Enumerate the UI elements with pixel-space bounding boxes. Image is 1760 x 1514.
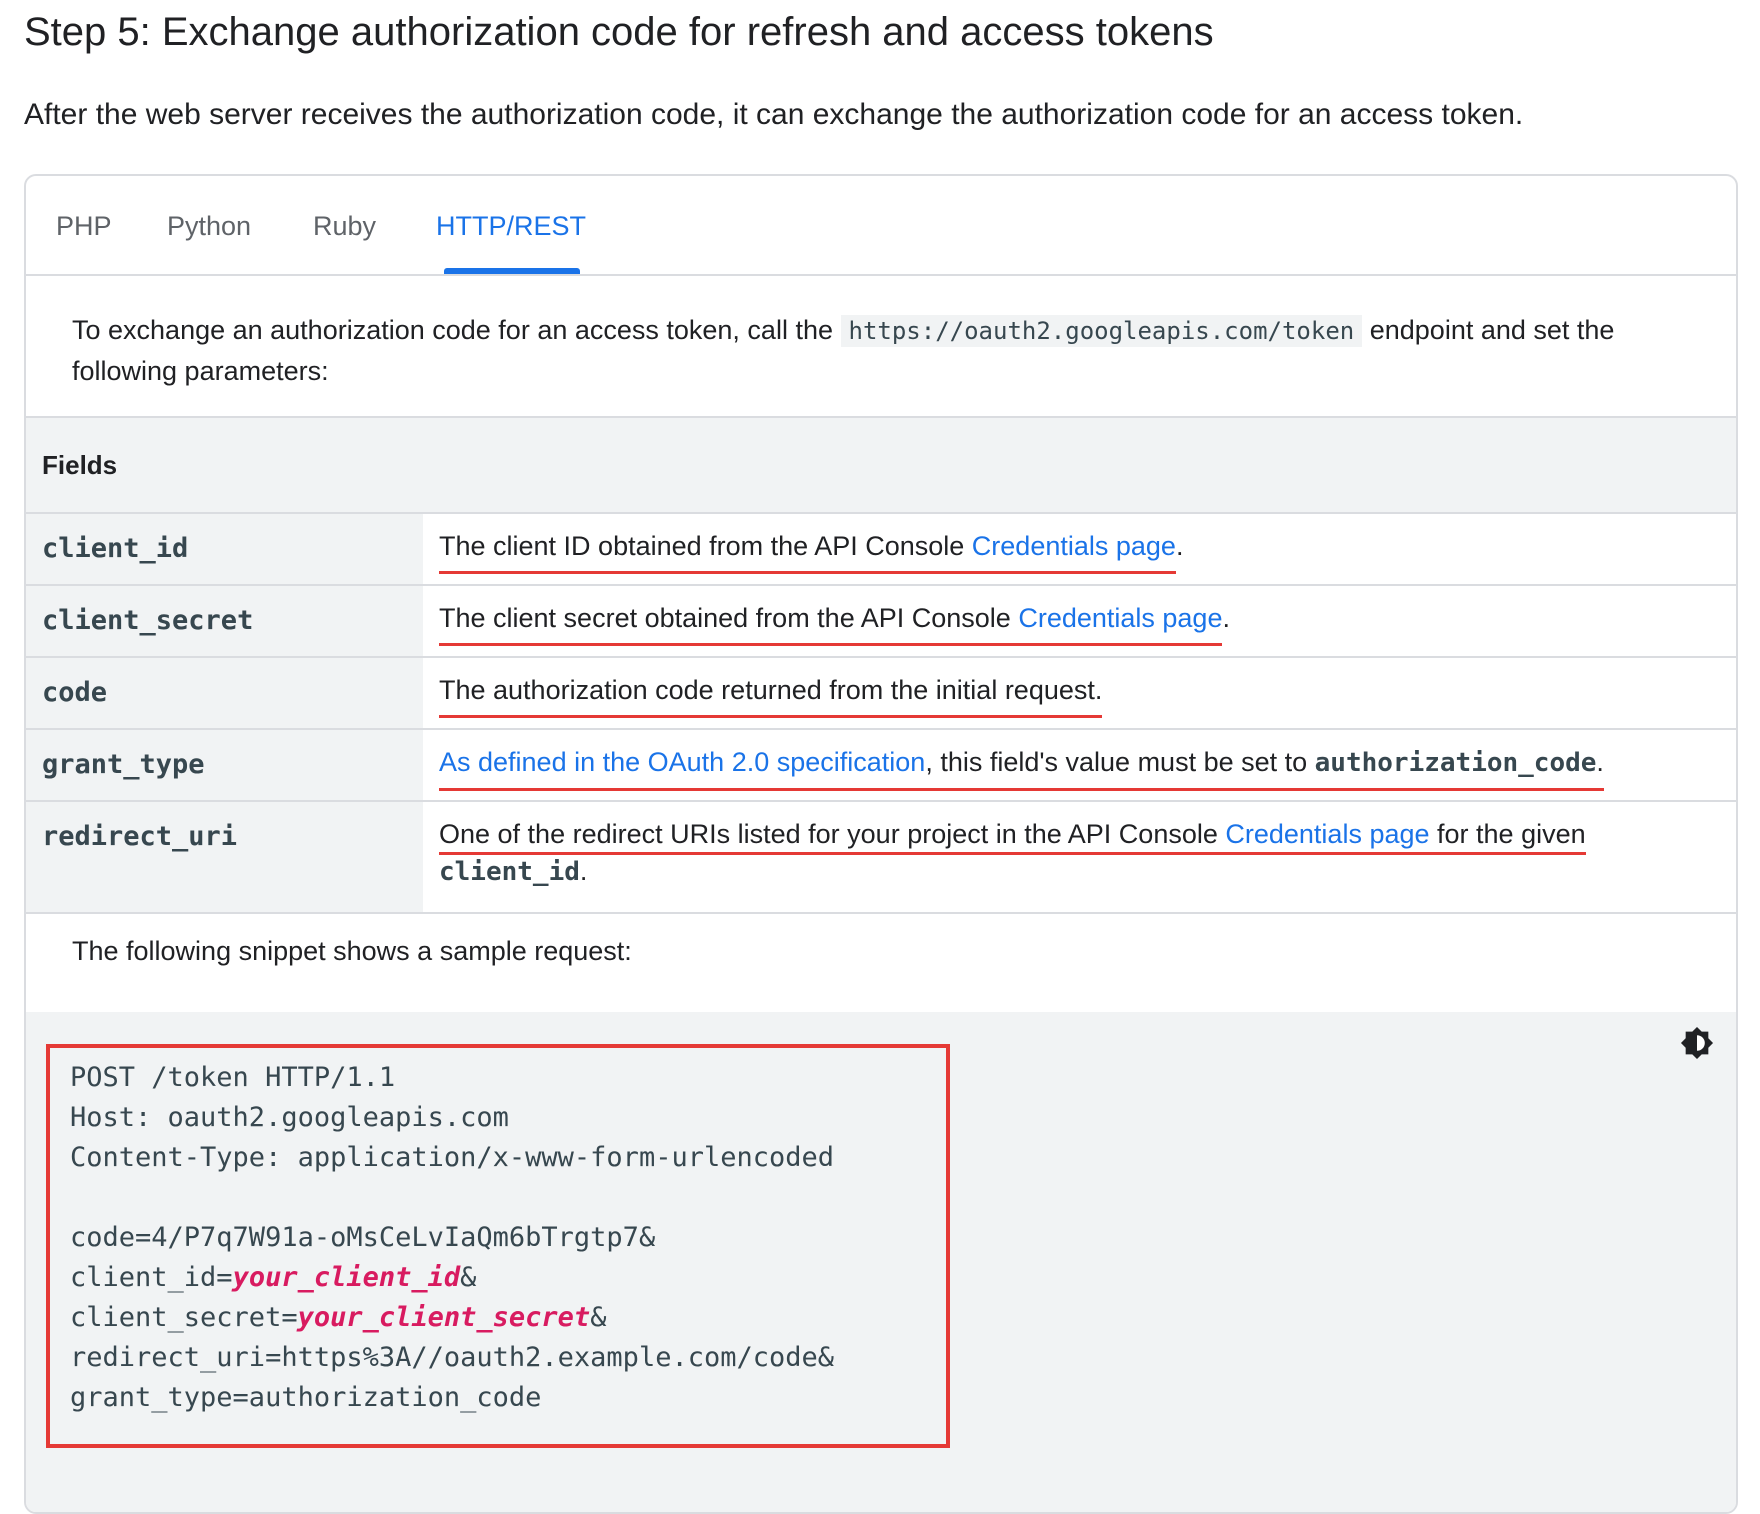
field-name: client_id: [26, 513, 423, 586]
credentials-page-link[interactable]: Credentials page: [972, 531, 1176, 561]
field-description: As defined in the OAuth 2.0 specificatio…: [423, 729, 1736, 802]
snippet-intro: The following snippet shows a sample req…: [72, 936, 632, 966]
description-text: , this field's value must be set to: [925, 747, 1315, 777]
brightness-contrast-icon[interactable]: [1680, 1026, 1714, 1060]
table-row: code The authorization code returned fro…: [26, 657, 1736, 730]
table-row: client_secret The client secret obtained…: [26, 585, 1736, 658]
field-name: code: [26, 657, 423, 730]
highlight-underline: The client ID obtained from the API Cons…: [439, 530, 1176, 574]
table-row: redirect_uri One of the redirect URIs li…: [26, 801, 1736, 914]
lead-paragraph: After the web server receives the author…: [24, 98, 1524, 131]
sample-request-code: POST /token HTTP/1.1 Host: oauth2.google…: [70, 1058, 834, 1418]
description-text: The client ID obtained from the API Cons…: [439, 531, 972, 561]
description-end: .: [1175, 531, 1184, 561]
description-end: .: [1222, 603, 1230, 633]
description-end: .: [1596, 747, 1604, 777]
code-line: client_id=: [70, 1262, 233, 1293]
page-title: Step 5: Exchange authorization code for …: [24, 10, 1214, 54]
highlight-underline: The client secret obtained from the API …: [439, 602, 1223, 646]
description-text: One of the redirect URIs listed for your…: [439, 819, 1226, 849]
highlight-underline: As defined in the OAuth 2.0 specificatio…: [439, 746, 1604, 791]
intro-paragraph: To exchange an authorization code for an…: [26, 274, 1736, 412]
description-end: .: [579, 856, 588, 886]
tab-http-rest[interactable]: HTTP/REST: [436, 176, 586, 274]
highlight-underline: One of the redirect URIs listed for your…: [439, 818, 1586, 855]
description-text-2: for the given: [1429, 819, 1586, 849]
field-description: The client ID obtained from the API Cons…: [423, 513, 1736, 586]
code-line: Host: oauth2.googleapis.com: [70, 1102, 509, 1133]
token-endpoint: https://oauth2.googleapis.com/token: [840, 315, 1363, 347]
language-tabs: PHP Python Ruby HTTP/REST: [26, 176, 1736, 276]
field-name: grant_type: [26, 729, 423, 802]
table-row: grant_type As defined in the OAuth 2.0 s…: [26, 729, 1736, 802]
field-description: One of the redirect URIs listed for your…: [423, 801, 1736, 914]
field-name: redirect_uri: [26, 801, 423, 914]
tab-php[interactable]: PHP: [56, 176, 112, 272]
code-block: POST /token HTTP/1.1 Host: oauth2.google…: [26, 1012, 1736, 1512]
field-name: client_secret: [26, 585, 423, 658]
page: Step 5: Exchange authorization code for …: [0, 0, 1760, 1514]
code-line: code=4/P7q7W91a-oMsCeLvIaQm6bTrgtp7&: [70, 1222, 656, 1253]
code-line: grant_type=authorization_code: [70, 1382, 542, 1413]
fields-header: Fields: [26, 416, 1736, 514]
code-tabs-card: PHP Python Ruby HTTP/REST To exchange an…: [24, 174, 1738, 1514]
code-variable: your_client_id: [232, 1262, 461, 1293]
code-line: redirect_uri=https%3A//oauth2.example.co…: [70, 1342, 835, 1373]
description-text: The client secret obtained from the API …: [439, 603, 1019, 633]
code-line: client_secret=: [70, 1302, 298, 1333]
credentials-page-link[interactable]: Credentials page: [1018, 603, 1222, 633]
code-variable: your_client_secret: [297, 1302, 591, 1333]
grant-type-value: authorization_code: [1314, 748, 1597, 778]
highlight-underline: The authorization code returned from the…: [439, 674, 1103, 718]
field-description: The client secret obtained from the API …: [423, 585, 1736, 658]
field-description: The authorization code returned from the…: [423, 657, 1736, 730]
description-text: The authorization code returned from the…: [439, 675, 1103, 705]
tab-python[interactable]: Python: [167, 176, 251, 272]
code-line-end: &: [590, 1302, 607, 1333]
table-row: client_id The client ID obtained from th…: [26, 513, 1736, 586]
oauth-spec-link[interactable]: As defined in the OAuth 2.0 specificatio…: [439, 747, 925, 777]
client-id-value: client_id: [439, 857, 580, 887]
credentials-page-link[interactable]: Credentials page: [1225, 819, 1429, 849]
code-line: POST /token HTTP/1.1: [70, 1062, 396, 1093]
fields-table: Fields client_id The client ID obtained …: [26, 416, 1736, 914]
tab-ruby[interactable]: Ruby: [313, 176, 376, 272]
code-line-end: &: [460, 1262, 477, 1293]
intro-text: To exchange an authorization code for an…: [72, 315, 841, 345]
code-line: Content-Type: application/x-www-form-url…: [70, 1142, 835, 1173]
